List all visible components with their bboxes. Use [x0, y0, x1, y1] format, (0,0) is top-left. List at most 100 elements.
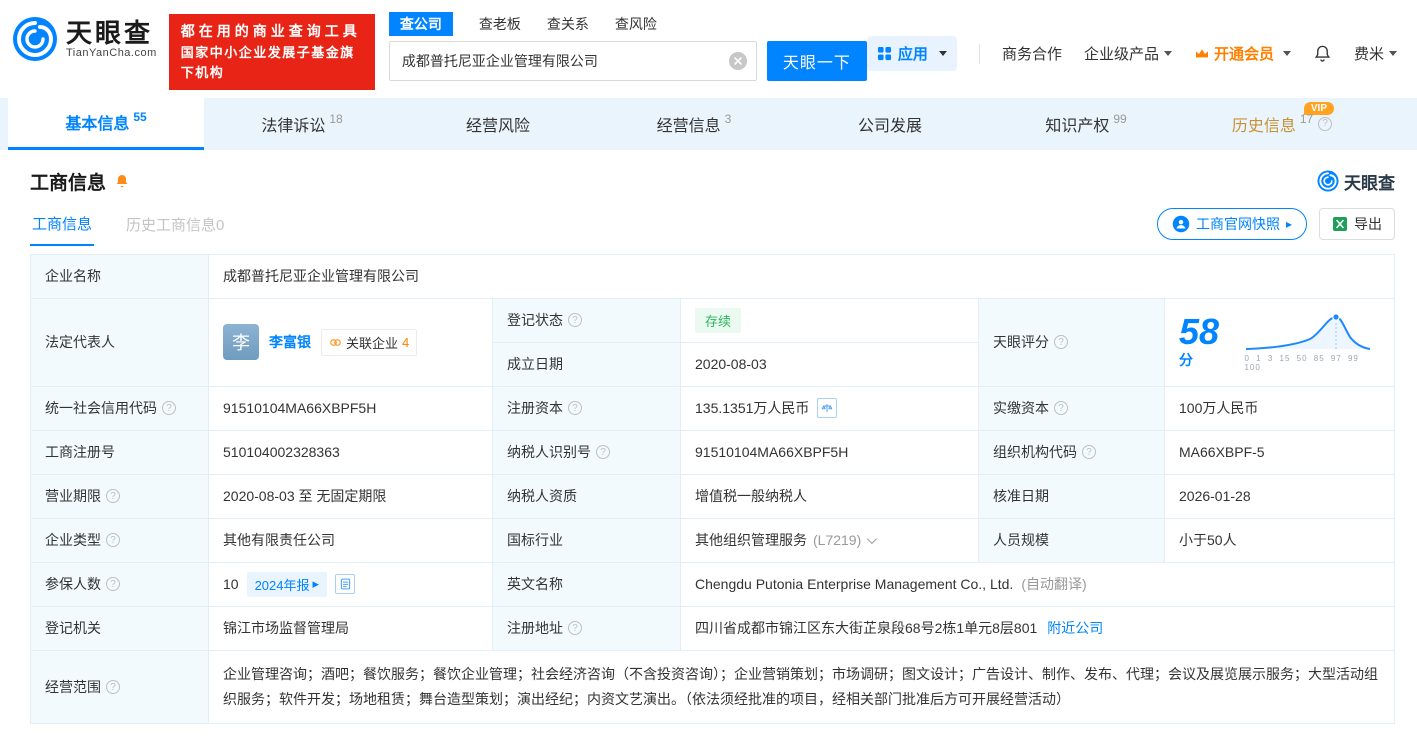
label-text: 纳税人识别号: [507, 444, 591, 461]
section-title: 工商信息: [30, 172, 107, 194]
help-icon[interactable]: ?: [106, 489, 120, 504]
search-tab-relation[interactable]: 查关系: [547, 12, 589, 36]
annual-report-icon[interactable]: [335, 574, 356, 595]
clear-search-icon[interactable]: [728, 52, 747, 70]
tab-label: 经营信息: [656, 117, 721, 135]
help-icon[interactable]: ?: [106, 680, 120, 695]
tab-history-info[interactable]: VIP 历史信息 17 ?: [1184, 98, 1380, 150]
taxpayer-quality-label: 纳税人资质: [493, 474, 681, 519]
search-tab-company[interactable]: 查公司: [388, 12, 453, 36]
chevron-down-icon[interactable]: [867, 534, 878, 545]
value-text: 10: [223, 576, 239, 593]
subtab-bar: 工商信息 历史工商信息0 工商官网快照 ▸ 导出: [0, 199, 1417, 246]
credit-code-value: 91510104MA66XBPF5H: [209, 386, 493, 431]
apps-menu-label: 应用: [897, 46, 928, 63]
capital-converter-icon[interactable]: [817, 398, 838, 419]
related-companies-label: 关联企业: [346, 335, 399, 351]
tab-company-development[interactable]: 公司发展: [792, 98, 988, 150]
notifications-bell[interactable]: [1313, 44, 1332, 63]
business-cooperation-link[interactable]: 商务合作: [1002, 43, 1062, 64]
export-button[interactable]: 导出: [1319, 208, 1395, 241]
tab-legal-proceedings[interactable]: 法律诉讼 18: [204, 98, 400, 150]
business-scope-value: 企业管理咨询；酒吧；餐饮服务；餐饮企业管理；社会经济咨询（不含投资咨询）；企业营…: [209, 650, 1395, 725]
value-text: 小于50人: [1179, 532, 1237, 549]
value-text: 企业管理咨询；酒吧；餐饮服务；餐饮企业管理；社会经济咨询（不含投资咨询）；企业营…: [223, 665, 1378, 708]
help-icon[interactable]: ?: [106, 577, 120, 592]
subtab-business-info[interactable]: 工商信息: [30, 203, 95, 246]
help-icon[interactable]: ?: [162, 401, 176, 416]
legal-rep-value: 李 李富银 关联企业 4: [209, 298, 493, 387]
apps-menu[interactable]: 应用: [866, 36, 957, 71]
subtab-history-business-info[interactable]: 历史工商信息0: [124, 204, 226, 245]
search-button[interactable]: 天眼一下: [766, 41, 867, 81]
legal-rep-name-link[interactable]: 李富银: [269, 332, 311, 352]
reg-status-value: 存续: [681, 298, 979, 343]
label-text: 营业期限: [45, 488, 101, 505]
arrow-right-icon: ▸: [312, 576, 320, 592]
business-term-value: 2020-08-03 至 无固定期限: [209, 474, 493, 519]
official-snapshot-button[interactable]: 工商官网快照 ▸: [1156, 208, 1307, 241]
related-companies-tag[interactable]: 关联企业 4: [321, 328, 418, 356]
org-code-label: 组织机构代码 ?: [979, 430, 1165, 475]
export-label: 导出: [1354, 216, 1382, 233]
grid-icon: [877, 46, 891, 61]
help-icon[interactable]: ?: [568, 621, 582, 636]
staff-size-value: 小于50人: [1165, 518, 1395, 563]
paid-capital-label: 实缴资本 ?: [979, 386, 1165, 431]
user-name: 费米: [1353, 46, 1384, 63]
value-text: 135.1351万人民币: [695, 400, 810, 417]
search-input[interactable]: [388, 41, 757, 81]
staff-size-label: 人员规模: [979, 518, 1165, 563]
legal-rep-label: 法定代表人: [31, 298, 209, 387]
top-navigation: 应用 商务合作 企业级产品 开通会员 费米: [866, 36, 1397, 71]
label-text: 英文名称: [507, 576, 563, 593]
logo-subtitle: TianYanCha.com: [66, 47, 157, 60]
taxpayer-id-value: 91510104MA66XBPF5H: [681, 430, 979, 475]
taxpayer-quality-value: 增值税一般纳税人: [681, 474, 979, 519]
search-tab-risk[interactable]: 查风险: [615, 12, 657, 36]
subscribe-bell-icon[interactable]: [114, 173, 130, 189]
value-text: 510104002328363: [223, 444, 340, 461]
approval-date-label: 核准日期: [979, 474, 1165, 519]
help-icon[interactable]: ?: [568, 313, 582, 328]
tab-intellectual-property[interactable]: 知识产权 99: [988, 98, 1184, 150]
annual-report-tag[interactable]: 2024年报 ▸: [246, 571, 328, 597]
open-vip-label: 开通会员: [1213, 46, 1274, 63]
help-icon[interactable]: ?: [1318, 116, 1333, 131]
user-account-menu[interactable]: 费米: [1354, 43, 1397, 64]
help-icon[interactable]: ?: [568, 401, 582, 416]
arrow-right-icon: ▸: [1285, 217, 1292, 232]
reg-status-label: 登记状态 ?: [493, 298, 681, 343]
help-icon[interactable]: ?: [1082, 445, 1096, 460]
business-info-table: 企业名称 成都普托尼亚企业管理有限公司 法定代表人 李 李富银 关联企业 4 登…: [30, 253, 1395, 725]
tab-label: 知识产权: [1045, 117, 1110, 135]
tab-operating-info[interactable]: 经营信息 3: [596, 98, 792, 150]
help-icon[interactable]: ?: [1054, 335, 1068, 350]
related-companies-count: 4: [402, 334, 410, 350]
establish-date-value: 2020-08-03: [681, 342, 979, 387]
industry-value[interactable]: 其他组织管理服务 (L7219): [681, 518, 979, 563]
value-text: 锦江市场监督管理局: [223, 620, 349, 637]
english-name-label: 英文名称: [493, 562, 681, 607]
label-text: 纳税人资质: [507, 488, 577, 505]
score-label: 天眼评分 ?: [979, 298, 1165, 387]
tab-operating-risk[interactable]: 经营风险: [400, 98, 596, 150]
tab-count: 99: [1113, 111, 1127, 126]
tab-basic-info[interactable]: 基本信息 55: [8, 97, 204, 150]
logo-swirl-icon: [13, 17, 57, 61]
help-icon[interactable]: ?: [596, 445, 610, 460]
label-text: 核准日期: [993, 488, 1049, 505]
score-distribution-chart[interactable]: 0 1 3 15 50 85 97 99 100: [1244, 313, 1380, 372]
search-tab-boss[interactable]: 查老板: [479, 12, 521, 36]
value-text: 91510104MA66XBPF5H: [223, 400, 377, 417]
enterprise-products-menu[interactable]: 企业级产品: [1084, 43, 1172, 64]
tianyancha-logo[interactable]: 天眼查 TianYanCha.com: [12, 16, 157, 62]
help-icon[interactable]: ?: [1054, 401, 1068, 416]
value-text: 2020-08-03 至 无固定期限: [223, 488, 387, 505]
open-vip-menu[interactable]: 开通会员: [1194, 43, 1291, 64]
reg-capital-label: 注册资本 ?: [493, 386, 681, 431]
value-text: 成都普托尼亚企业管理有限公司: [223, 268, 419, 285]
legal-rep-avatar[interactable]: 李: [223, 324, 259, 361]
help-icon[interactable]: ?: [106, 533, 120, 548]
nearby-companies-link[interactable]: 附近公司: [1047, 618, 1103, 638]
